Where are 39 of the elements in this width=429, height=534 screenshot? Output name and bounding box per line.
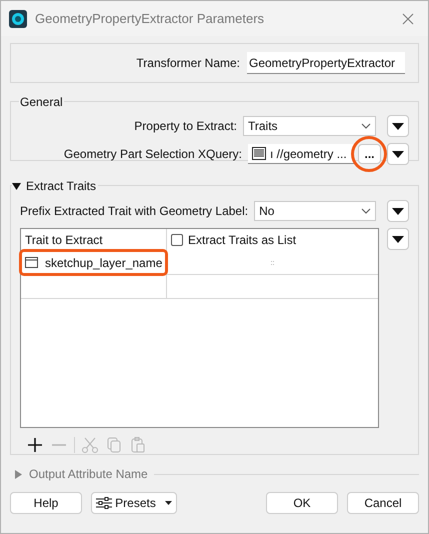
app-icon	[9, 10, 27, 28]
chevron-down-icon	[361, 123, 371, 129]
help-button[interactable]: Help	[10, 492, 82, 514]
column-header: Extract Traits as List	[188, 232, 296, 249]
cancel-button[interactable]: Cancel	[347, 492, 419, 514]
caret-icon	[164, 501, 172, 505]
close-icon[interactable]	[402, 12, 414, 24]
input-field[interactable]: GeometryPropertyExtractor	[247, 52, 405, 74]
field-label: Geometry Part Selection XQuery:	[64, 146, 242, 163]
expand-triangle-icon[interactable]	[14, 470, 23, 478]
menu-button[interactable]	[387, 200, 409, 222]
section-title: Output Attribute Name	[29, 466, 148, 483]
menu-button[interactable]	[387, 143, 409, 165]
dropdown[interactable]: Traits	[243, 116, 376, 136]
dropdown[interactable]: No	[254, 201, 376, 221]
menu-button[interactable]	[387, 228, 409, 250]
browse-button[interactable]: ...	[358, 144, 381, 164]
xquery-field[interactable]: ı //geometry ...	[248, 144, 354, 164]
table-cell[interactable]: sketchup_layer_name	[45, 254, 162, 272]
section-title: Extract Traits	[26, 178, 96, 195]
triangle-down-icon	[392, 236, 404, 242]
text-field-icon	[25, 257, 38, 268]
checkbox[interactable]	[171, 234, 183, 246]
field-label: Transformer Name:	[136, 55, 240, 72]
document-icon	[252, 147, 266, 160]
triangle-down-icon	[392, 122, 404, 130]
field-label: Prefix Extracted Trait with Geometry Label:	[20, 203, 248, 220]
ok-button[interactable]: OK	[266, 492, 338, 514]
menu-button[interactable]	[387, 115, 409, 137]
sliders-icon	[96, 497, 112, 509]
triangle-down-icon	[392, 208, 404, 214]
column-header: Trait to Extract	[25, 232, 103, 249]
field-label: Property to Extract:	[134, 118, 237, 135]
triangle-down-icon	[392, 150, 404, 158]
chevron-down-icon	[361, 208, 371, 214]
collapse-triangle-icon[interactable]	[12, 182, 21, 190]
window-title: GeometryPropertyExtractor Parameters	[35, 10, 266, 28]
presets-button[interactable]: Presets	[91, 492, 177, 514]
add-icon[interactable]	[26, 436, 44, 454]
